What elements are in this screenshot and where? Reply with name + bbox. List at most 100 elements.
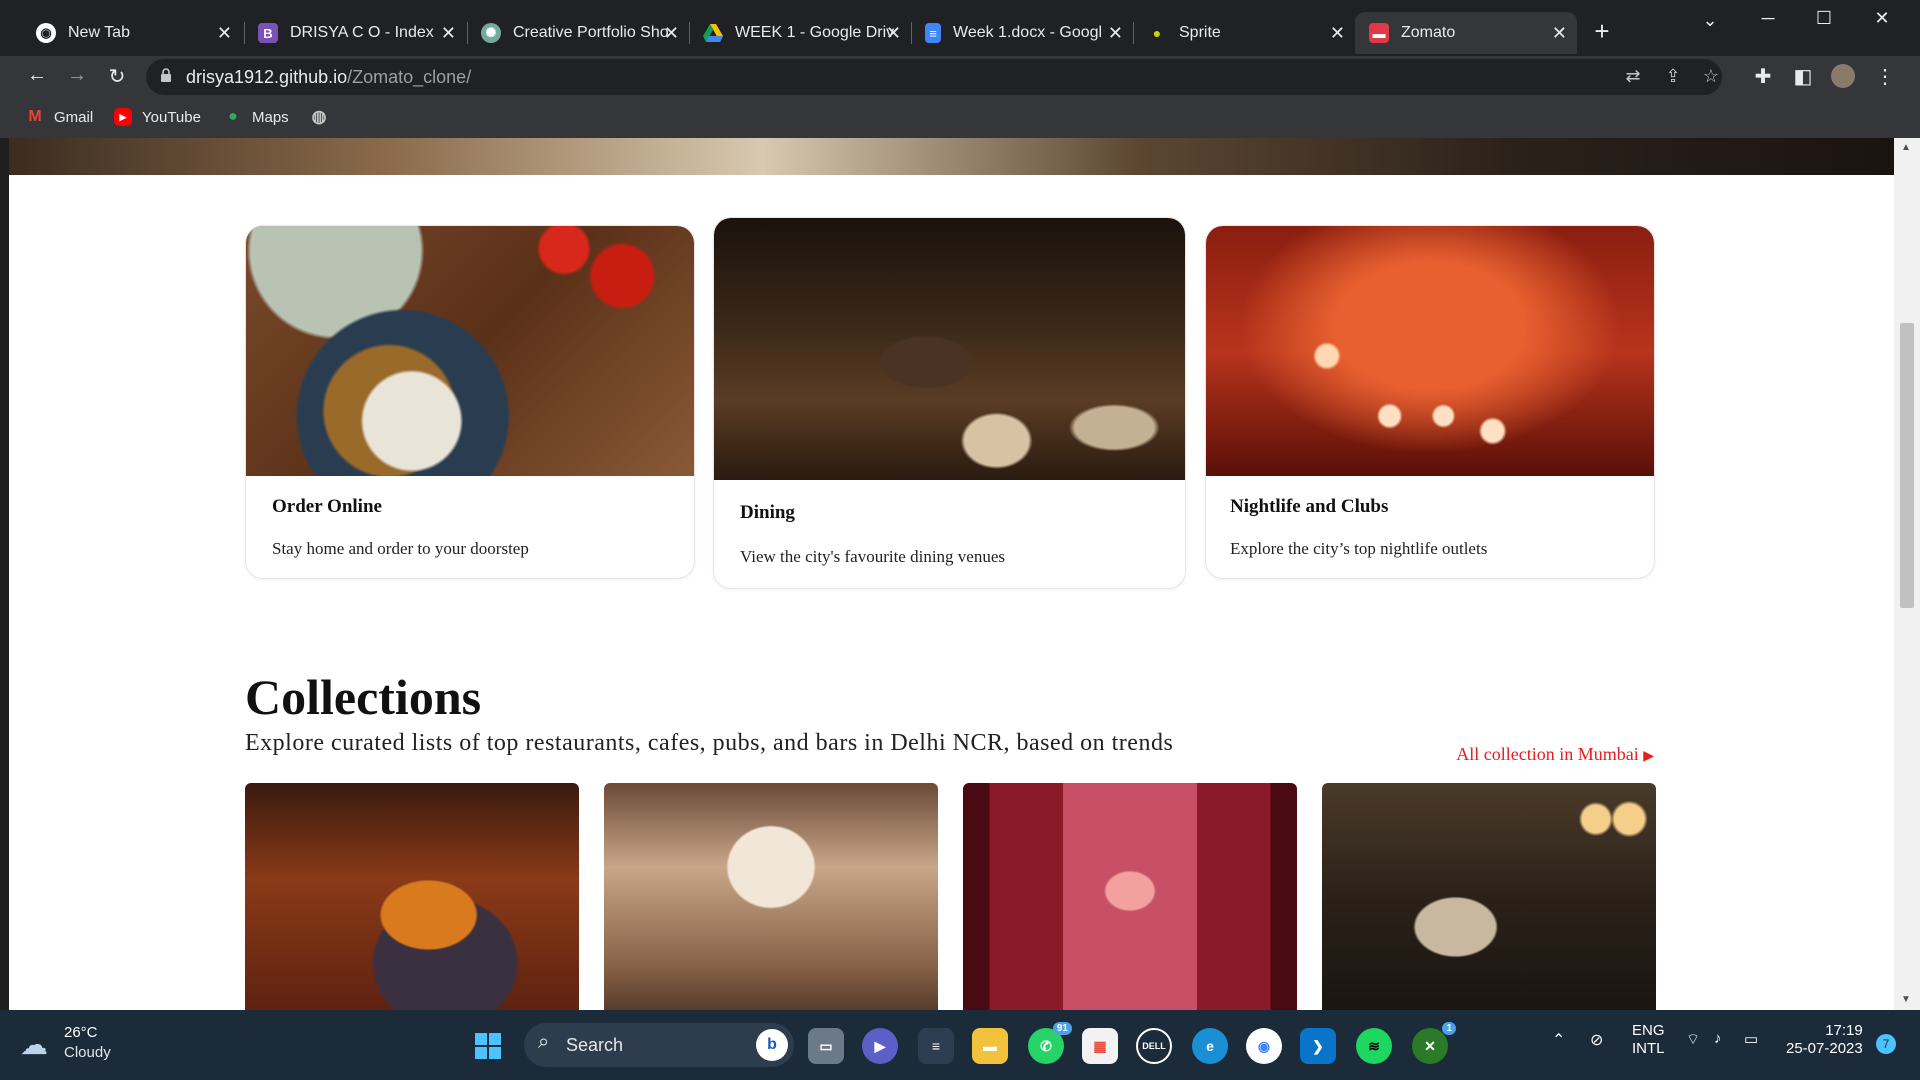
all-collections-label: All collection in Mumbai	[1456, 744, 1639, 764]
scroll-thumb[interactable]	[1900, 323, 1914, 608]
weather-temp: 26°C	[64, 1024, 98, 1041]
close-icon[interactable]: ✕	[1552, 23, 1567, 44]
maps-icon: ●	[228, 108, 238, 125]
card-dining[interactable]: Dining View the city's favourite dining …	[713, 217, 1186, 589]
cloud-icon: ☁	[20, 1029, 48, 1060]
browser-chrome: ◉ New Tab ✕ B DRISYA C O - Index ✕ ✺ Cre…	[0, 0, 1920, 138]
whatsapp-icon[interactable]: ✆ 91	[1028, 1022, 1072, 1064]
card-nightlife[interactable]: Nightlife and Clubs Explore the city’s t…	[1205, 225, 1655, 579]
notification-count[interactable]: 7	[1876, 1034, 1896, 1054]
collection-card-2[interactable]	[604, 783, 938, 1010]
chatgpt-icon: ✺	[481, 23, 501, 43]
clock-date: 25-07-2023	[1786, 1040, 1863, 1057]
close-icon[interactable]: ✕	[886, 23, 901, 44]
chrome-icon: ◉	[36, 23, 56, 43]
order-online-image	[246, 226, 694, 476]
page-scrollbar[interactable]: ▲ ▼	[1894, 138, 1920, 1010]
sprite-icon: ●	[1152, 25, 1162, 41]
tab-zomato[interactable]: ▬ Zomato ✕	[1355, 12, 1577, 54]
google-drive-icon	[703, 23, 723, 43]
collection-card-4[interactable]	[1322, 783, 1656, 1010]
volume-icon[interactable]: ♪	[1714, 1030, 1722, 1047]
menu-icon[interactable]: ⋮	[1870, 64, 1900, 89]
network-off-icon[interactable]: ⊘	[1590, 1030, 1603, 1050]
bootstrap-icon: B	[258, 23, 278, 43]
search-icon: ⌕	[538, 1031, 550, 1053]
close-icon[interactable]: ✕	[664, 23, 679, 44]
weather-condition: Cloudy	[64, 1044, 111, 1061]
bookmark-label: YouTube	[142, 108, 201, 126]
language-code: ENG	[1632, 1022, 1665, 1039]
card-order-online[interactable]: Order Online Stay home and order to your…	[245, 225, 695, 579]
windows-start-icon[interactable]	[470, 1028, 506, 1064]
all-collections-link[interactable]: All collection in Mumbai ▶	[1456, 744, 1654, 765]
bing-icon: b	[756, 1029, 788, 1061]
app-icon[interactable]: ≡	[918, 1028, 954, 1064]
vscode-icon[interactable]: ❯	[1300, 1028, 1336, 1064]
collection-card-3[interactable]	[963, 783, 1297, 1010]
tab-strip: ◉ New Tab ✕ B DRISYA C O - Index ✕ ✺ Cre…	[0, 0, 1920, 64]
bookmark-globe[interactable]: ◍	[310, 107, 338, 126]
maximize-icon[interactable]: ☐	[1804, 8, 1844, 29]
taskbar-search[interactable]: ⌕ Search b	[524, 1023, 794, 1067]
close-icon[interactable]: ✕	[441, 23, 456, 44]
chevron-up-icon[interactable]: ⌃	[1552, 1030, 1565, 1050]
window-close-icon[interactable]: ✕	[1862, 8, 1902, 29]
task-view-icon[interactable]: ▭	[808, 1028, 844, 1064]
teams-chat-icon[interactable]: ▶	[862, 1028, 898, 1064]
chrome-taskbar-icon[interactable]: ◉	[1246, 1028, 1282, 1064]
edge-icon[interactable]: e	[1192, 1028, 1228, 1064]
google-docs-icon: ≡	[925, 23, 941, 43]
battery-icon[interactable]: ▭	[1744, 1030, 1758, 1048]
scroll-up-icon[interactable]: ▲	[1901, 142, 1911, 153]
tab-title: Sprite	[1179, 24, 1221, 41]
tab-title: DRISYA C O - Index	[290, 24, 434, 41]
xbox-badge: 1	[1442, 1022, 1456, 1035]
translate-icon[interactable]: ⇄	[1620, 66, 1646, 87]
youtube-icon: ▶	[114, 108, 132, 126]
wifi-icon[interactable]: ⌔	[1686, 1030, 1700, 1049]
bookmark-maps[interactable]: ● Maps	[224, 108, 289, 126]
tab-search-icon[interactable]: ⌄	[1690, 10, 1730, 31]
forward-icon[interactable]: →	[62, 64, 92, 87]
url-path: /Zomato_clone/	[347, 67, 472, 87]
page-viewport: Order Online Stay home and order to your…	[9, 138, 1894, 1010]
card-title: Nightlife and Clubs	[1230, 496, 1389, 517]
share-icon[interactable]: ⇪	[1660, 66, 1686, 87]
side-panel-icon[interactable]: ◧	[1788, 64, 1818, 89]
reload-icon[interactable]: ↻	[102, 64, 132, 89]
close-icon[interactable]: ✕	[1330, 23, 1345, 44]
search-label: Search	[566, 1035, 624, 1055]
collection-card-1[interactable]	[245, 783, 579, 1010]
spotify-icon[interactable]: ≋	[1356, 1028, 1392, 1064]
tab-google-docs[interactable]: ≡ Week 1.docx - Googl ✕	[911, 12, 1133, 54]
back-icon[interactable]: ←	[22, 64, 52, 87]
new-tab-button[interactable]: +	[1582, 16, 1622, 47]
tab-title: New Tab	[68, 24, 130, 41]
keyboard-layout: INTL	[1632, 1040, 1665, 1057]
file-explorer-icon[interactable]: ▬	[972, 1028, 1008, 1064]
bookmark-youtube[interactable]: ▶ YouTube	[114, 108, 201, 126]
language-indicator[interactable]: ENG INTL	[1632, 1022, 1665, 1058]
dell-icon[interactable]: DELL	[1136, 1028, 1172, 1064]
close-icon[interactable]: ✕	[217, 23, 232, 44]
extensions-icon[interactable]: ✚	[1748, 64, 1778, 89]
scroll-down-icon[interactable]: ▼	[1901, 994, 1911, 1005]
tab-drisya-index[interactable]: B DRISYA C O - Index ✕	[244, 12, 466, 54]
card-description: Stay home and order to your doorstep	[272, 539, 529, 558]
clock-time: 17:19	[1825, 1022, 1863, 1039]
profile-avatar[interactable]	[1828, 64, 1858, 94]
bookmark-gmail[interactable]: M Gmail	[26, 108, 93, 126]
close-icon[interactable]: ✕	[1108, 23, 1123, 44]
tab-sprite[interactable]: ● Sprite ✕	[1133, 12, 1355, 54]
tab-new-tab[interactable]: ◉ New Tab ✕	[22, 12, 242, 54]
tab-creative-portfolio[interactable]: ✺ Creative Portfolio Sho ✕	[467, 12, 689, 54]
bookmark-star-icon[interactable]: ☆	[1698, 66, 1724, 87]
xbox-icon[interactable]: ✕ 1	[1412, 1022, 1456, 1064]
microsoft-store-icon[interactable]: ▦	[1082, 1028, 1118, 1064]
address-bar[interactable]: drisya1912.github.io/Zomato_clone/ ⇄ ⇪ ☆	[146, 59, 1722, 95]
tab-google-drive[interactable]: WEEK 1 - Google Driv ✕	[689, 12, 911, 54]
clock[interactable]: 17:19 25-07-2023	[1786, 1022, 1863, 1058]
minimize-icon[interactable]: ─	[1748, 8, 1788, 29]
nightlife-image	[1206, 226, 1654, 476]
